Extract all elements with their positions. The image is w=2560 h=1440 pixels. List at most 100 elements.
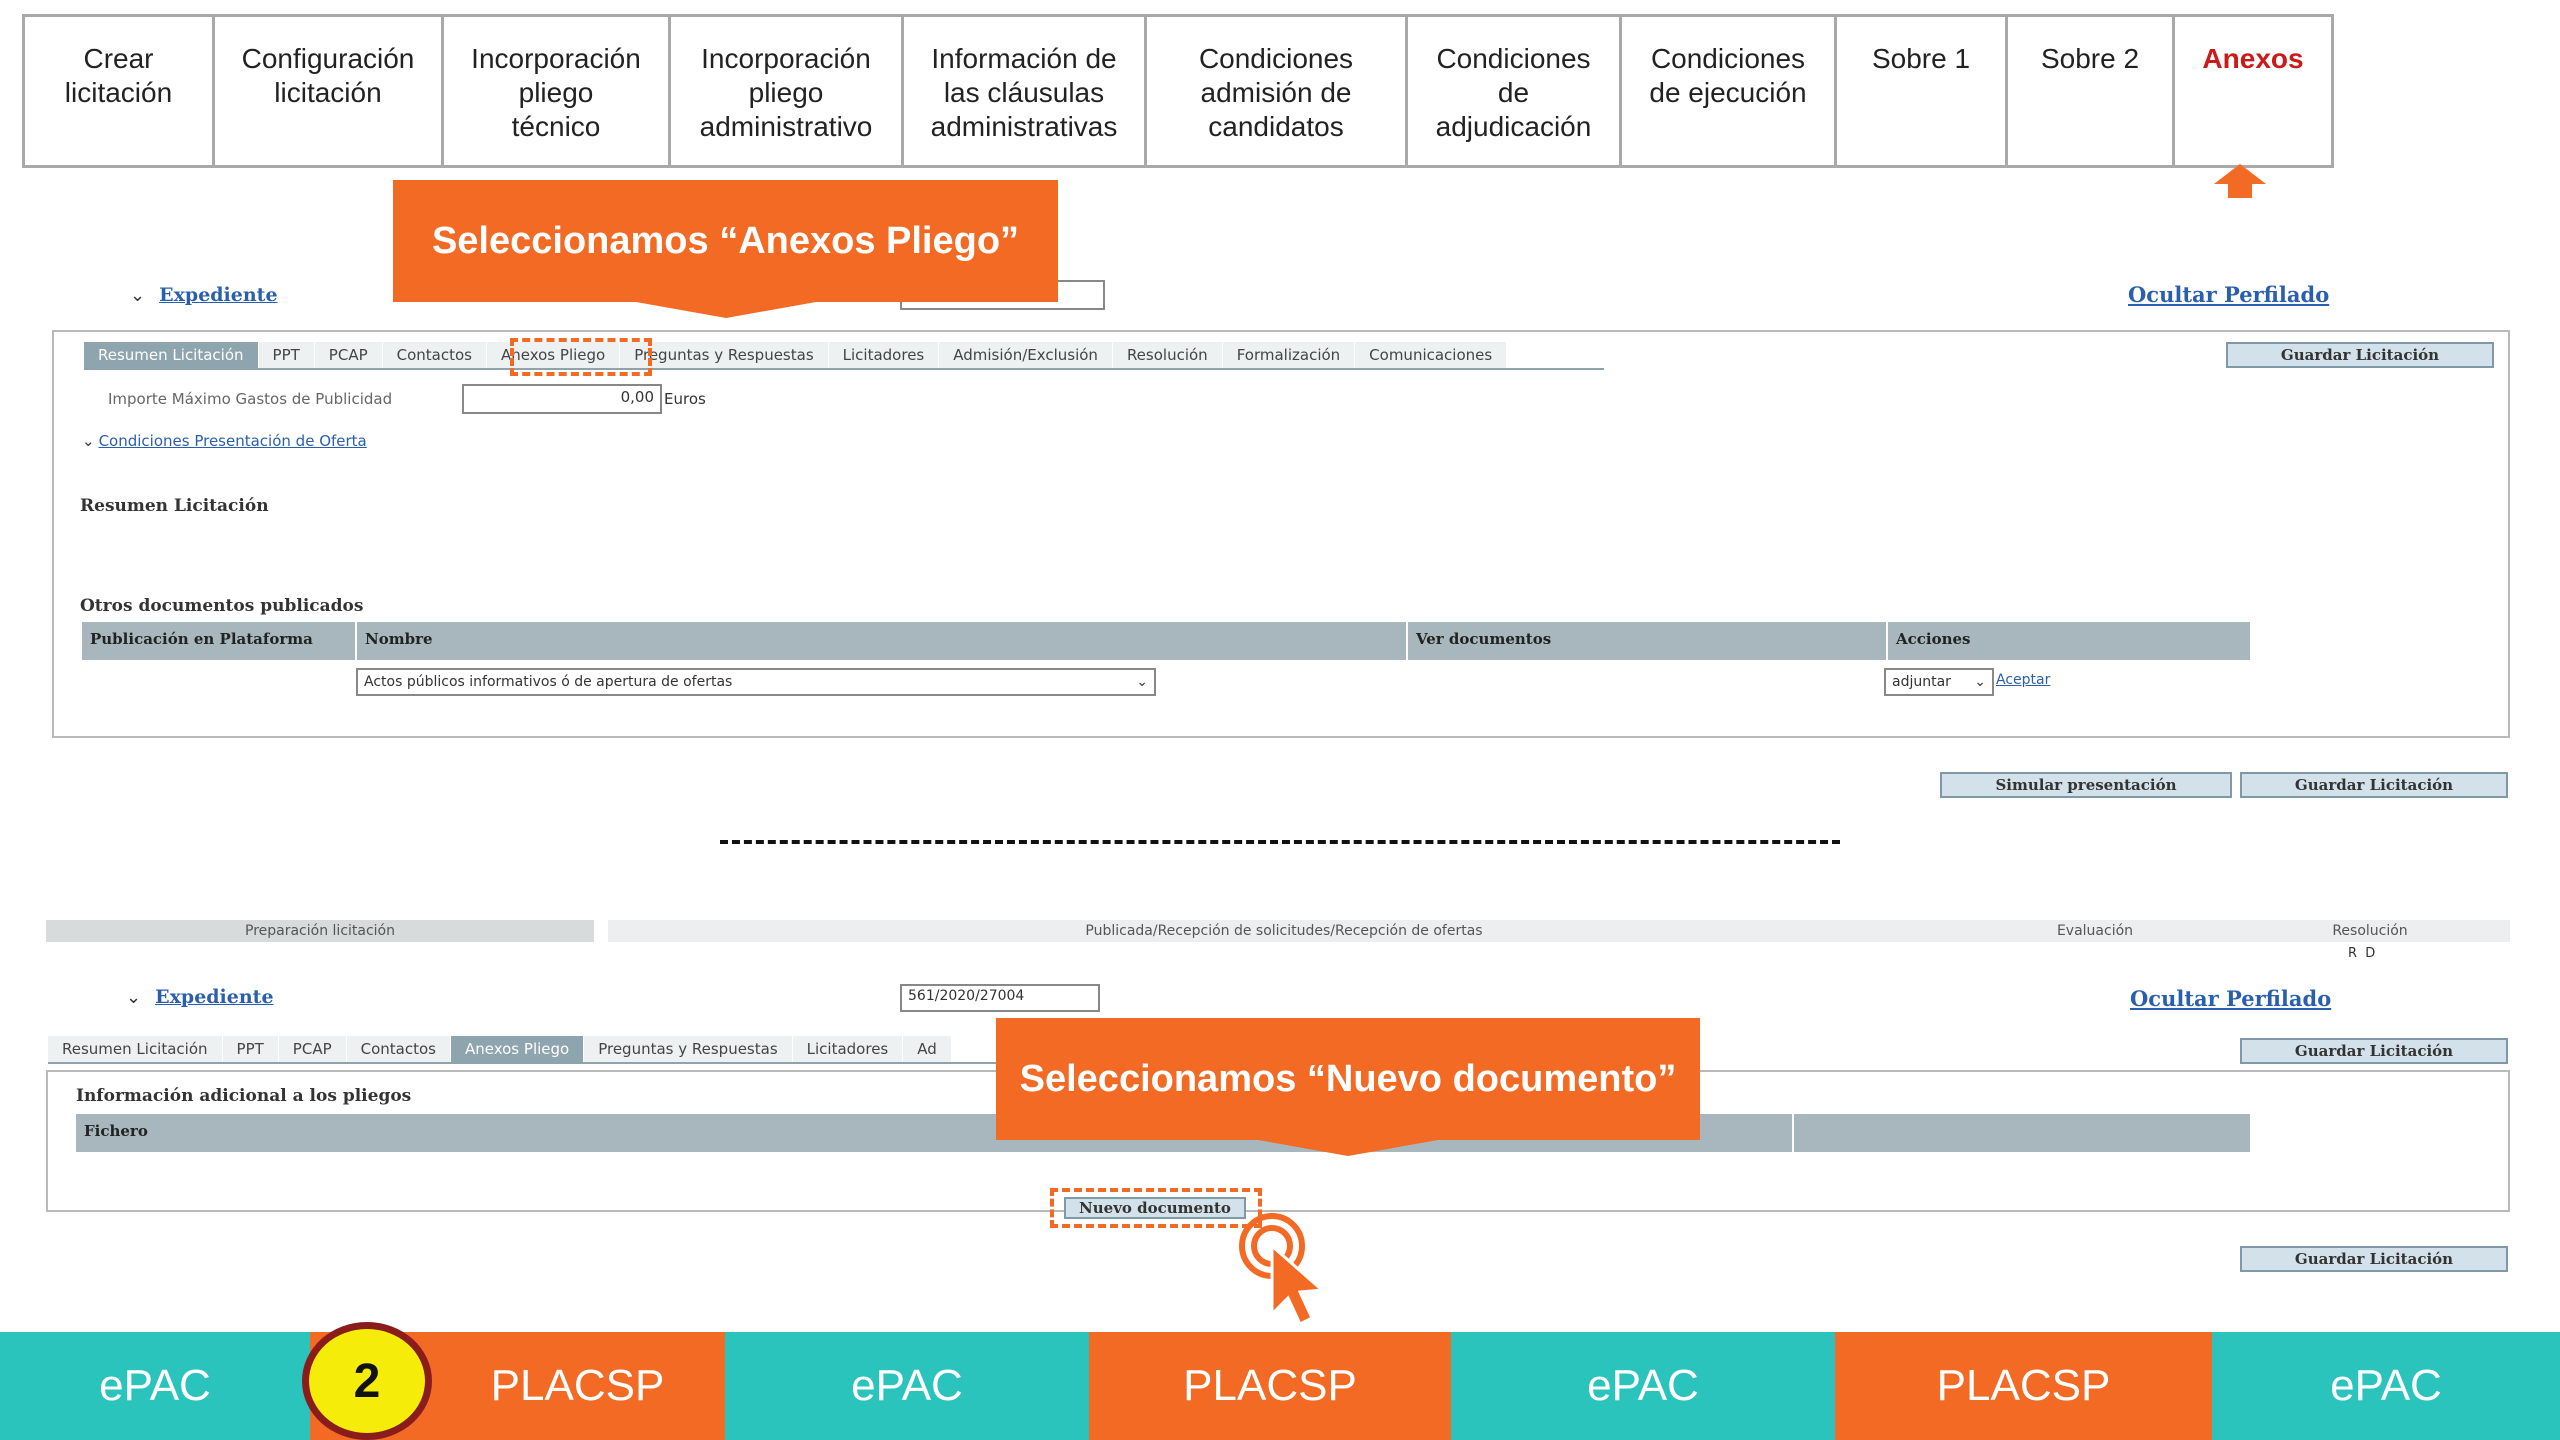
rd-indicator: R D <box>2348 946 2376 961</box>
step-pliego-tecnico[interactable]: Incorporación pliego técnico <box>444 17 671 165</box>
bar-epac: ePAC <box>2212 1332 2560 1440</box>
tab-admision[interactable]: Ad <box>903 1036 952 1062</box>
phase-preparacion: Preparación licitación <box>46 920 594 942</box>
accion-select[interactable]: adjuntar ⌄ <box>1884 668 1994 696</box>
guardar-licitacion-button[interactable]: Guardar Licitación <box>2240 1038 2508 1064</box>
tab-licitadores[interactable]: Licitadores <box>792 1036 904 1062</box>
guardar-licitacion-button[interactable]: Guardar Licitación <box>2226 342 2494 368</box>
bar-placsp: PLACSP <box>1835 1332 2212 1440</box>
tab-licitadores[interactable]: Licitadores <box>828 342 940 368</box>
tab-preguntas[interactable]: Preguntas y Respuestas <box>584 1036 793 1062</box>
bar-placsp: PLACSP <box>1089 1332 1451 1440</box>
separator <box>720 840 1840 844</box>
ocultar-perfilado-link[interactable]: Ocultar Perfilado <box>2130 986 2331 1011</box>
expediente-toggle[interactable]: ⌄ Expediente <box>126 986 274 1008</box>
up-arrow-icon <box>2212 162 2268 200</box>
chevron-down-icon: ⌄ <box>1136 674 1148 690</box>
phase-resolucion: Resolución <box>2230 920 2510 942</box>
callout-text: Seleccionamos “Anexos Pliego” <box>431 219 1020 262</box>
step-label: Crear licitación <box>64 43 173 108</box>
step-label: Condiciones de ejecución <box>1649 43 1807 108</box>
bar-epac: ePAC <box>0 1332 310 1440</box>
importe-unit: Euros <box>664 390 706 408</box>
resumen-heading: Resumen Licitación <box>80 496 269 516</box>
importe-input[interactable]: 0,00 <box>462 384 662 414</box>
callout-nuevo-documento: Seleccionamos “Nuevo documento” <box>996 1018 1700 1156</box>
bar-epac: ePAC <box>725 1332 1089 1440</box>
click-cursor-icon <box>1236 1210 1326 1327</box>
step-clausulas[interactable]: Información de las cláusulas administrat… <box>904 17 1147 165</box>
step-label: Incorporación pliego técnico <box>471 43 641 142</box>
bar-epac: ePAC <box>1451 1332 1835 1440</box>
step-configuracion[interactable]: Configuración licitación <box>215 17 444 165</box>
tab-admision[interactable]: Admisión/Exclusión <box>939 342 1113 368</box>
chevron-down-icon: ⌄ <box>130 284 146 306</box>
tab-resumen-licitacion[interactable]: Resumen Licitación <box>84 342 259 368</box>
tab-formalizacion[interactable]: Formalización <box>1222 342 1356 368</box>
col-acciones: Acciones <box>1896 630 1971 648</box>
nombre-select[interactable]: Actos públicos informativos ó de apertur… <box>356 668 1156 696</box>
step-admision-candidatos[interactable]: Condiciones admisión de candidatos <box>1147 17 1408 165</box>
step-label: Anexos <box>2202 43 2304 74</box>
tab-ppt[interactable]: PPT <box>222 1036 279 1062</box>
expediente-link[interactable]: Expediente <box>159 284 277 306</box>
accion-select-value: adjuntar <box>1892 674 1951 690</box>
simular-presentacion-button[interactable]: Simular presentación <box>1940 772 2232 798</box>
col-empty <box>1794 1114 2250 1152</box>
tab-ppt[interactable]: PPT <box>258 342 315 368</box>
tab-contactos[interactable]: Contactos <box>346 1036 451 1062</box>
step-badge: 2 <box>302 1322 432 1440</box>
importe-label: Importe Máximo Gastos de Publicidad <box>108 390 393 408</box>
guardar-licitacion-bottom-button[interactable]: Guardar Licitación <box>2240 772 2508 798</box>
step-label: Información de las cláusulas administrat… <box>930 43 1118 142</box>
step-pliego-administrativo[interactable]: Incorporación pliego administrativo <box>671 17 904 165</box>
step-label: Condiciones admisión de candidatos <box>1198 43 1354 142</box>
step-anexos[interactable]: Anexos <box>2175 17 2331 165</box>
expediente-link[interactable]: Expediente <box>155 986 273 1008</box>
step-crear-licitacion[interactable]: Crear licitación <box>25 17 215 165</box>
condiciones-link[interactable]: Condiciones Presentación de Oferta <box>99 432 367 450</box>
tab-resolucion[interactable]: Resolución <box>1112 342 1223 368</box>
anexos-panel-body <box>46 1162 2510 1212</box>
step-label: Condiciones de adjudicación <box>1435 43 1592 142</box>
col-publicacion: Publicación en Plataforma <box>82 622 357 660</box>
highlight-anexos-tab <box>510 338 652 376</box>
step-label: Sobre 1 <box>1871 43 1971 74</box>
tab-pcap[interactable]: PCAP <box>278 1036 347 1062</box>
nuevo-documento-button[interactable]: Nuevo documento <box>1064 1197 1246 1219</box>
tab-pcap[interactable]: PCAP <box>314 342 383 368</box>
tab-bar: Resumen Licitación PPT PCAP Contactos An… <box>48 1036 1008 1064</box>
step-ejecucion[interactable]: Condiciones de ejecución <box>1622 17 1837 165</box>
expediente-toggle[interactable]: ⌄ Expediente <box>130 284 278 306</box>
nombre-select-value: Actos públicos informativos ó de apertur… <box>364 674 733 690</box>
step-adjudicacion[interactable]: Condiciones de adjudicación <box>1408 17 1622 165</box>
guardar-licitacion-bottom-button[interactable]: Guardar Licitación <box>2240 1246 2508 1272</box>
phase-bar: Preparación licitación Publicada/Recepci… <box>46 920 2510 968</box>
documentos-table-header: Publicación en Plataforma Nombre Ver doc… <box>82 622 2250 660</box>
step-label: Sobre 2 <box>2040 43 2140 74</box>
chevron-down-icon: ⌄ <box>126 986 142 1008</box>
tab-resumen-licitacion[interactable]: Resumen Licitación <box>48 1036 223 1062</box>
tab-anexos-pliego[interactable]: Anexos Pliego <box>450 1036 585 1062</box>
step-sobre-1[interactable]: Sobre 1 <box>1837 17 2008 165</box>
tab-contactos[interactable]: Contactos <box>382 342 487 368</box>
screenshot-1: ⌄ Expediente Ocultar Perfilado Resumen L… <box>0 270 2560 810</box>
tab-bar: Resumen Licitación PPT PCAP Contactos An… <box>84 342 1604 370</box>
phase-publicada: Publicada/Recepción de solicitudes/Recep… <box>608 920 1960 942</box>
licitacion-panel: Resumen Licitación PPT PCAP Contactos An… <box>52 330 2510 738</box>
step-label: Incorporación pliego administrativo <box>699 43 873 142</box>
callout-anexos-pliego: Seleccionamos “Anexos Pliego” <box>393 180 1058 318</box>
step-label: Configuración licitación <box>241 43 415 108</box>
chevron-down-icon: ⌄ <box>1974 674 1986 690</box>
info-heading: Información adicional a los pliegos <box>76 1086 412 1106</box>
col-ver-documentos: Ver documentos <box>1408 622 1888 660</box>
condiciones-toggle[interactable]: ⌄ Condiciones Presentación de Oferta <box>82 432 367 450</box>
aceptar-link[interactable]: Aceptar <box>1996 672 2050 688</box>
col-nombre: Nombre <box>357 622 1408 660</box>
step-sobre-2[interactable]: Sobre 2 <box>2008 17 2175 165</box>
chevron-down-icon: ⌄ <box>82 432 95 450</box>
tab-comunicaciones[interactable]: Comunicaciones <box>1355 342 1508 368</box>
expediente-input[interactable]: 561/2020/27004 <box>900 984 1100 1012</box>
phase-evaluacion: Evaluación <box>1960 920 2230 942</box>
ocultar-perfilado-link[interactable]: Ocultar Perfilado <box>2128 282 2329 307</box>
